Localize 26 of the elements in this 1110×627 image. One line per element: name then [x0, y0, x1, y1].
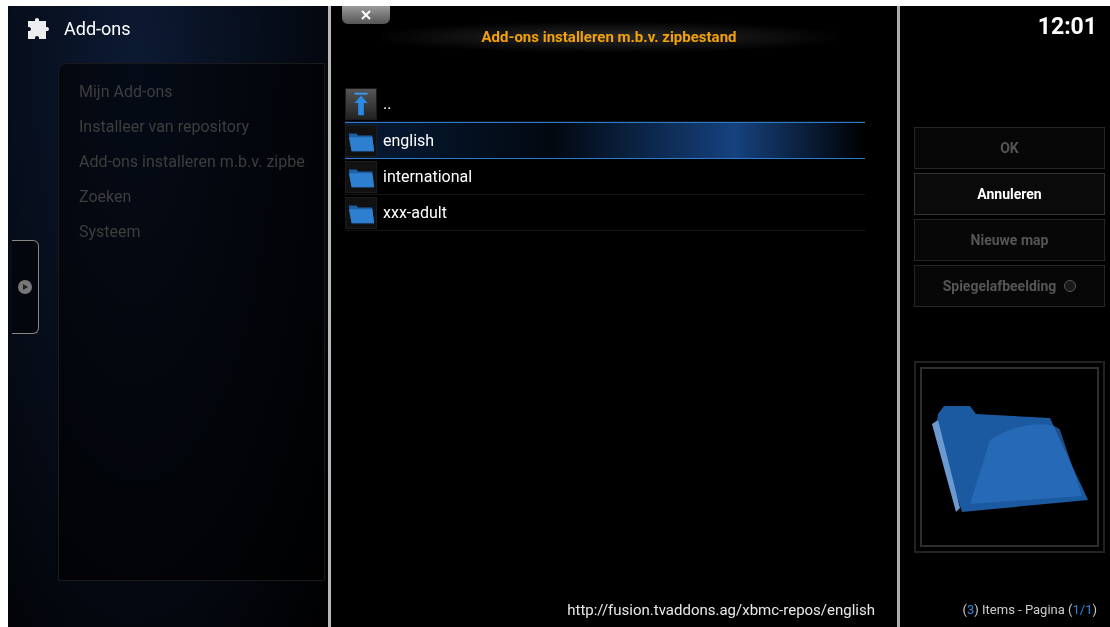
- file-name: english: [383, 131, 435, 150]
- file-name: international: [383, 167, 473, 186]
- file-item[interactable]: international: [345, 159, 865, 195]
- file-name: ..: [383, 94, 392, 113]
- menu-item[interactable]: Add-ons installeren m.b.v. zipbe: [79, 144, 324, 179]
- file-item[interactable]: english: [345, 122, 865, 159]
- play-icon: [18, 280, 32, 294]
- status-text: (3) Items - Pagina (1/1): [961, 602, 1098, 619]
- folder-icon: [345, 196, 377, 229]
- folder-icon: [345, 124, 377, 157]
- close-icon: [361, 10, 371, 20]
- file-name: xxx-adult: [383, 203, 447, 222]
- dialog-button[interactable]: Annuleren: [914, 173, 1105, 215]
- menu-item[interactable]: Zoeken: [79, 179, 324, 214]
- clock: 12:01: [1036, 12, 1098, 42]
- toggle-label: Spiegelafbeelding: [942, 278, 1057, 294]
- close-button[interactable]: [342, 6, 390, 24]
- app-title: Add-ons: [64, 17, 131, 39]
- file-item[interactable]: ..: [345, 86, 865, 122]
- menu-item[interactable]: Installeer van repository: [79, 109, 324, 144]
- menu-item[interactable]: Systeem: [79, 214, 324, 249]
- path-text: http://fusion.tvaddons.ag/xbmc-repos/english: [566, 601, 876, 621]
- side-tab[interactable]: [12, 240, 39, 334]
- folder-icon: [345, 160, 377, 193]
- file-item[interactable]: xxx-adult: [345, 195, 865, 231]
- menu-item[interactable]: Mijn Add-ons: [79, 74, 324, 109]
